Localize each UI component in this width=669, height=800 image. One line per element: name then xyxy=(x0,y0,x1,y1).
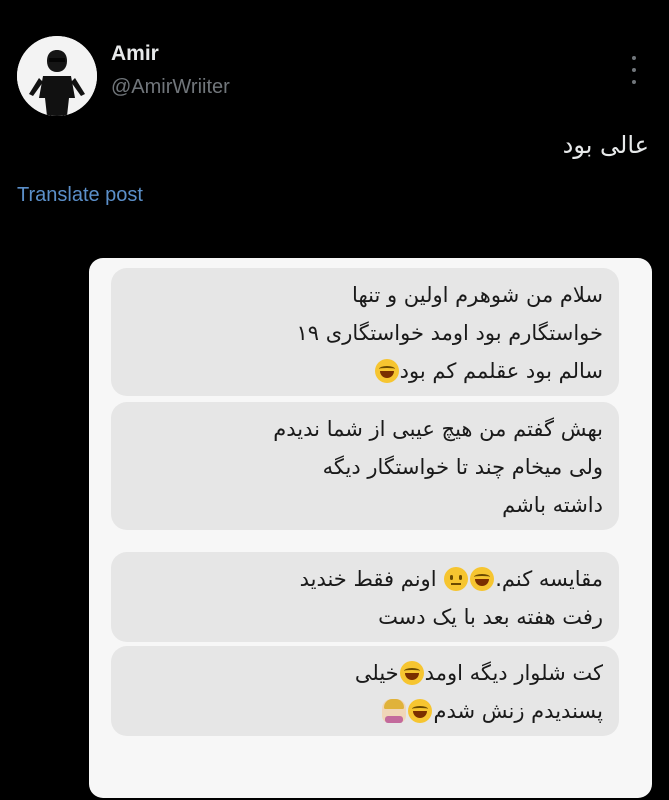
more-dot xyxy=(632,68,636,72)
post-media-image[interactable]: سلام من شوهرم اولین و تنها خواستگارم بود… xyxy=(89,258,652,798)
chat-bubble: بهش گفتم من هیچ عیبی از شما ندیدم ولی می… xyxy=(111,402,619,530)
bubble-line: پسندیدم زنش شدم xyxy=(125,692,603,730)
laughing-tears-emoji-icon xyxy=(399,661,424,685)
bubble-line: سلام من شوهرم اولین و تنها xyxy=(352,283,603,307)
facepalm-emoji-icon xyxy=(382,699,407,723)
bubble-line: داشته باشم xyxy=(502,493,603,517)
chat-bubble: مقایسه کنم. اونم فقط خندید رفت هفته بعد … xyxy=(111,552,619,642)
avatar-photo xyxy=(17,36,97,116)
bubble-line: بهش گفتم من هیچ عیبی از شما ندیدم xyxy=(273,417,603,441)
bubble-line: کت شلوار دیگه اومد خیلی xyxy=(125,654,603,692)
post-text: عالی بود xyxy=(562,131,649,159)
chat-bubble: سلام من شوهرم اولین و تنها خواستگارم بود… xyxy=(111,268,619,396)
neutral-face-emoji-icon xyxy=(444,567,469,591)
bubble-line: سالم بود عقلمم کم بود xyxy=(125,352,603,390)
bubble-line: مقایسه کنم. اونم فقط خندید xyxy=(125,560,603,598)
more-options-icon[interactable] xyxy=(628,56,640,84)
laughing-tears-emoji-icon xyxy=(470,567,495,591)
bubble-line: رفت هفته بعد با یک دست xyxy=(378,605,603,629)
bubble-text: کت شلوار دیگه اومد xyxy=(424,661,603,685)
laughing-tears-emoji-icon xyxy=(374,359,399,383)
author-handle[interactable]: @AmirWriiter xyxy=(111,76,230,99)
bubble-line: خواستگارم بود اومد خواستگاری ۱۹ xyxy=(296,321,603,345)
laughing-tears-emoji-icon xyxy=(408,699,433,723)
author-avatar[interactable] xyxy=(17,36,97,116)
bubble-text: خیلی xyxy=(354,661,399,685)
more-dot xyxy=(632,80,636,84)
bubble-text: مقایسه کنم. xyxy=(495,567,603,591)
bubble-text: اونم فقط خندید xyxy=(299,567,437,591)
bubble-text: پسندیدم زنش شدم xyxy=(433,699,603,723)
bubble-text: سالم بود عقلمم کم بود xyxy=(399,359,603,383)
author-name[interactable]: Amir xyxy=(111,42,159,66)
chat-bubble: کت شلوار دیگه اومد خیلی پسندیدم زنش شدم xyxy=(111,646,619,736)
bubble-line: ولی میخام چند تا خواستگار دیگه xyxy=(322,455,603,479)
more-dot xyxy=(632,56,636,60)
translate-post-link[interactable]: Translate post xyxy=(17,184,143,207)
